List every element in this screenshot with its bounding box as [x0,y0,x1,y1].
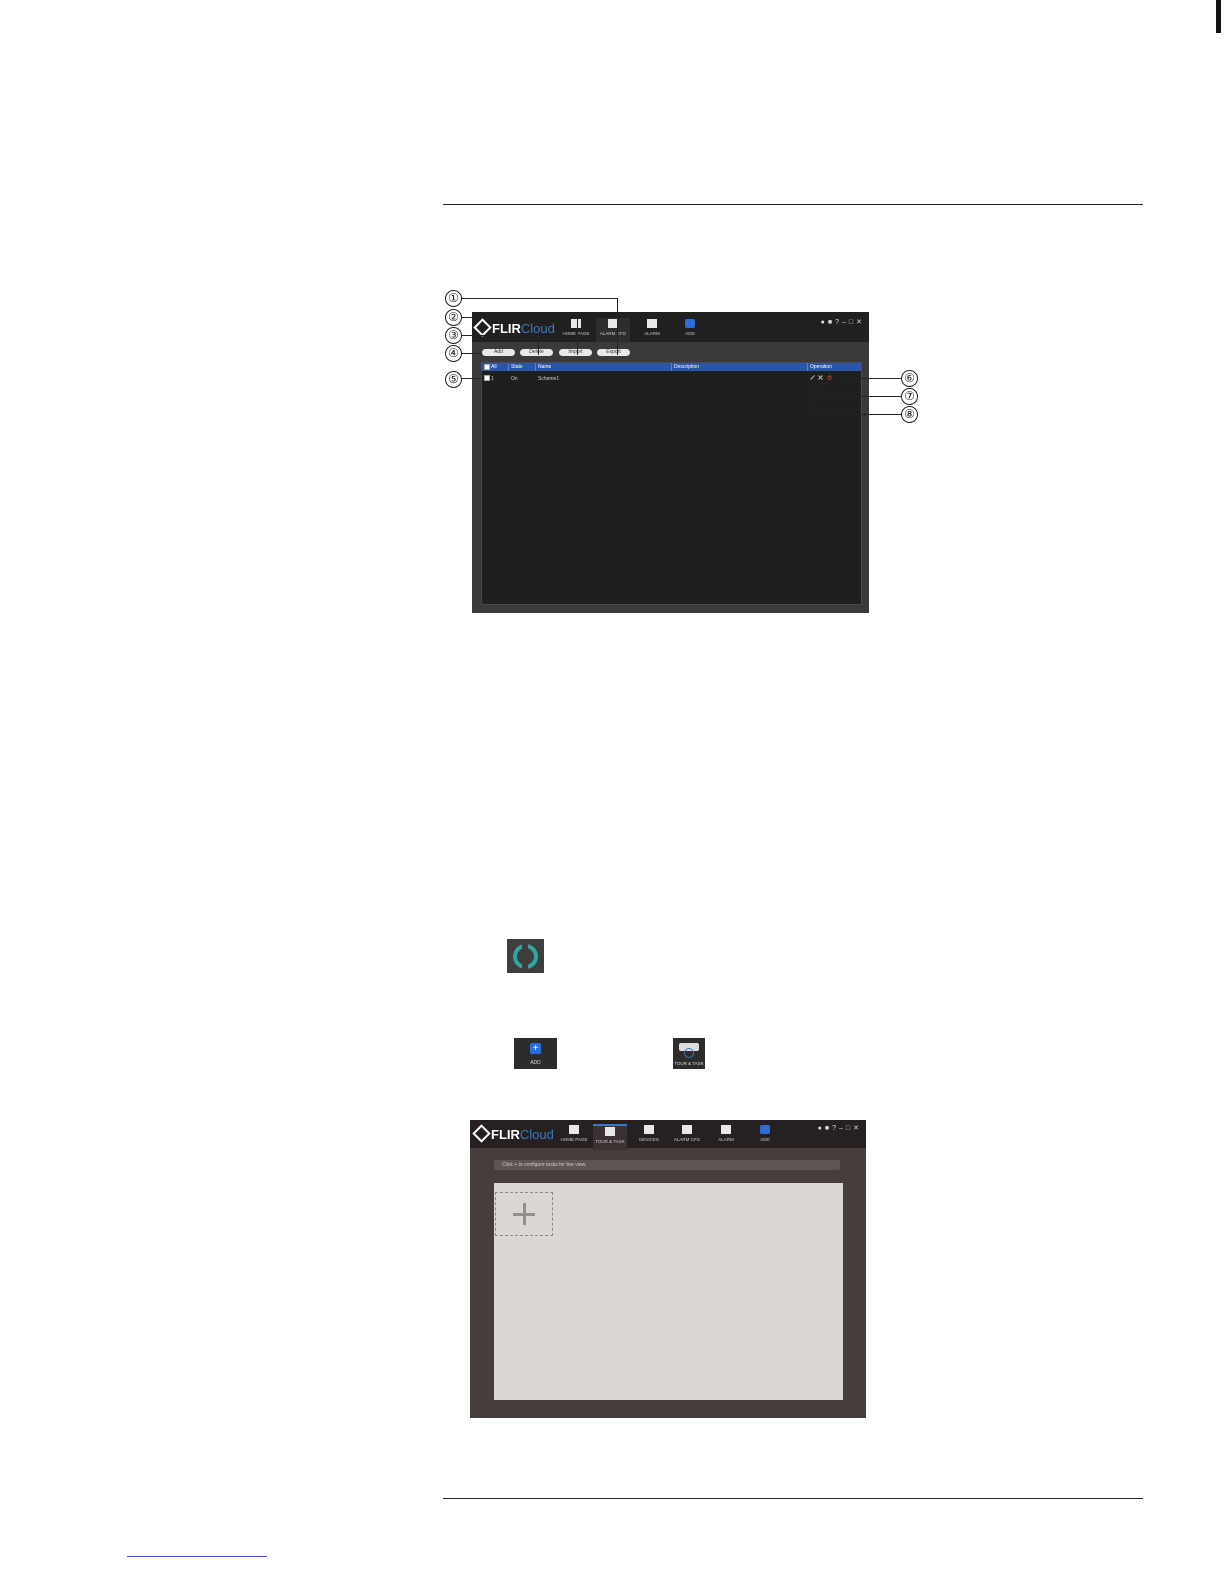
tour-icon-label: TOUR & TASK [674,1061,704,1066]
flir-cloud-logo: FLIRCloud [472,1124,554,1143]
col-divider [508,363,509,371]
callout-6: ⑥ [901,370,918,387]
devices-icon [644,1125,654,1134]
callout-4: ④ [445,345,462,362]
leader-line-1 [461,298,618,299]
table-header: All State Name Description Operation [482,363,861,371]
row-state: On [511,376,518,382]
leader-line-7 [820,396,901,397]
alarm-cfg-icon [682,1125,692,1134]
select-all-checkbox[interactable] [484,364,490,370]
leader-line-2 [461,317,578,318]
refresh-icon [507,939,544,973]
nav-alarm[interactable]: ALARM [635,318,669,342]
tour-task-nav-icon: TOUR & TASK [673,1038,705,1069]
plus-icon: + [530,1043,541,1054]
nav-alarm-cfg[interactable]: ALARM CFG [596,318,630,342]
leader-line-5 [461,378,481,379]
leader-line-3 [538,335,539,355]
alarm-icon [721,1125,731,1134]
add-icon [760,1125,770,1134]
target-icon [684,1048,694,1058]
tour-task-screenshot: FLIRCloud HOME PAGE TOUR & TASK DEVICES … [470,1120,866,1418]
plus-icon [523,1203,526,1225]
leader-line-4 [461,353,481,354]
col-description: Description [674,364,700,370]
callout-2: ② [445,309,462,326]
scheme-table: All State Name Description Operation 1 O… [481,362,862,605]
nav-add[interactable]: ADD [748,1124,782,1148]
callout-5: ⑤ [445,371,462,388]
add-icon-label: ADD [530,1060,541,1066]
import-button[interactable]: Import [559,349,592,356]
nav-devices[interactable]: DEVICES [632,1124,666,1148]
tip-bar: Click + to configure tasks for live view… [494,1160,840,1170]
col-name: Name [538,364,552,370]
nav-add[interactable]: ADD [673,318,707,342]
alarm-cfg-screenshot: FLIRCloud HOME PAGE ALARM CFG ALARM ADD … [472,312,869,613]
leader-line-7 [820,380,821,396]
row-index: 1 [491,376,494,382]
col-state: State [511,364,523,370]
alarm-icon [647,319,657,328]
add-icon [685,319,695,328]
page-edge-tab [1216,0,1221,33]
tour-task-icon [605,1127,615,1136]
nav-home-page[interactable]: HOME PAGE [559,318,593,342]
col-divider [671,363,672,371]
delete-button[interactable]: Delete [520,349,553,356]
home-icon [571,319,581,328]
col-divider [535,363,536,371]
export-button[interactable]: Export [597,349,630,356]
add-button[interactable]: Add [482,349,515,356]
leader-line-1 [617,298,618,355]
flir-cloud-logo: FLIRCloud [473,318,555,337]
leader-line-2 [577,317,578,355]
task-pane [494,1183,843,1400]
nav-home-page[interactable]: HOME PAGE [557,1124,591,1148]
nav-alarm[interactable]: ALARM [709,1124,743,1148]
add-nav-icon: + ADD [514,1038,557,1069]
leader-line-6 [834,378,901,379]
add-task-button[interactable] [495,1192,553,1236]
nav-alarm-cfg[interactable]: ALARM CFG [670,1124,704,1148]
callout-7: ⑦ [901,388,918,405]
col-divider [807,363,808,371]
row-name: Scheme1 [538,376,560,382]
footer-link-underline[interactable] [127,1556,267,1557]
callout-8: ⑧ [901,406,918,423]
row-checkbox[interactable] [484,375,490,381]
footer-rule [443,1498,1143,1499]
leader-line-8 [811,414,901,415]
callout-3: ③ [445,327,462,344]
callout-1: ① [445,290,462,307]
window-controls[interactable]: ●■?–□✕ [821,318,865,326]
col-all: All [491,364,497,370]
col-operation: Operation [810,364,832,370]
header-rule [443,204,1143,205]
power-icon[interactable] [827,375,832,380]
window-controls[interactable]: ●■?–□✕ [818,1124,862,1132]
title-bar: FLIRCloud HOME PAGE TOUR & TASK DEVICES … [470,1120,866,1150]
nav-tour-task[interactable]: TOUR & TASK [593,1124,627,1150]
leader-line-8 [811,380,812,414]
leader-line-3 [461,335,539,336]
home-icon [569,1125,579,1134]
